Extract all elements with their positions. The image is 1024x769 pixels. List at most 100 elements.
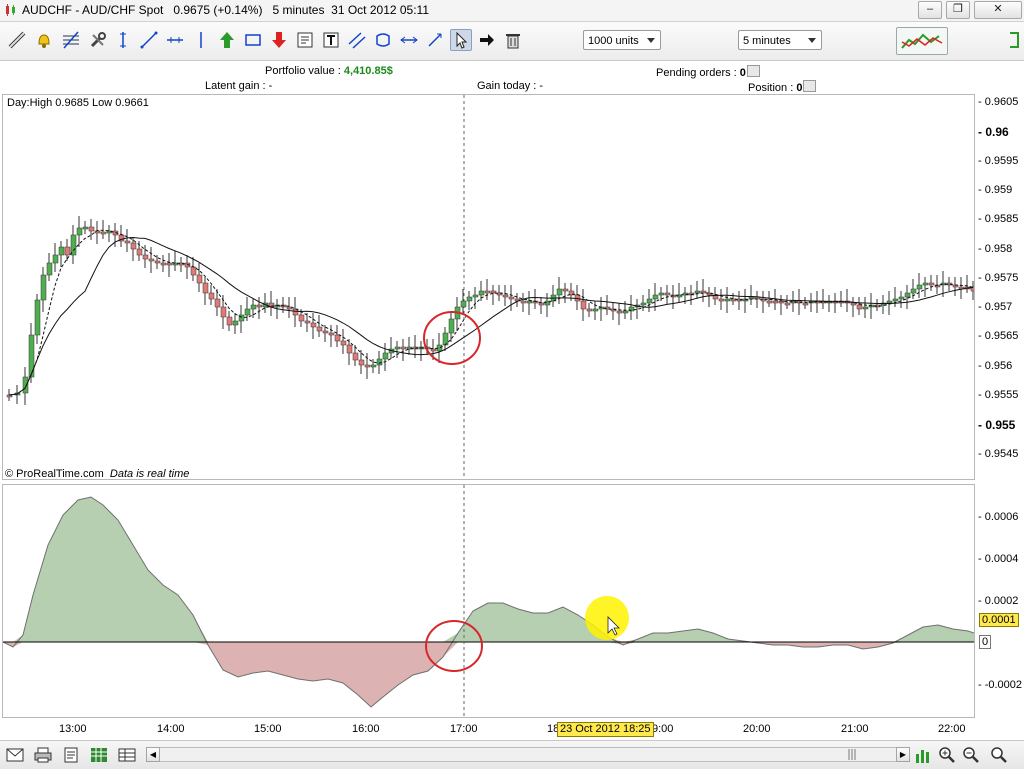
window-title: AUDCHF - AUD/CHF Spot 0.9675 (+0.14%) 5 … (22, 3, 430, 17)
candle-down (616, 310, 623, 314)
rectangle-icon[interactable] (242, 29, 264, 51)
draw-icon[interactable] (424, 29, 446, 51)
scroll-thumb[interactable] (847, 749, 857, 760)
report-icon[interactable] (62, 746, 80, 764)
time-tick-label: 22:00 (938, 723, 966, 735)
chart-indicators-icon[interactable] (896, 27, 948, 55)
candle-up (652, 294, 659, 300)
candle-down (298, 314, 305, 322)
oscillator-chart[interactable] (3, 485, 974, 717)
channel-icon[interactable] (346, 29, 368, 51)
candle-down (100, 231, 107, 235)
zoom-out-icon[interactable] (962, 746, 980, 764)
candle-down (136, 248, 143, 256)
candle-down (580, 300, 587, 310)
vertical-line-icon[interactable] (112, 29, 134, 51)
timeframe-select[interactable]: 5 minutes (738, 30, 822, 50)
candle-up (646, 298, 653, 304)
candle-down (304, 320, 311, 324)
candle-up (592, 308, 599, 312)
candle-up (916, 284, 923, 290)
units-select[interactable]: 1000 units (583, 30, 661, 50)
time-tick-label: 17:00 (450, 723, 478, 735)
candle-down (316, 326, 323, 332)
magnifier-icon[interactable] (990, 746, 1008, 764)
ruler-icon[interactable] (6, 29, 28, 51)
candle-down (502, 294, 509, 298)
candle-down (64, 246, 71, 256)
candle-up (58, 246, 65, 256)
candle-down (166, 262, 173, 266)
indicator-panel[interactable] (2, 484, 975, 718)
time-tick-label: 20:00 (743, 723, 771, 735)
candlestick-chart[interactable] (3, 95, 974, 479)
day-high-low: Day:High 0.9685 Low 0.9661 (7, 97, 149, 109)
minimize-button[interactable]: – (918, 1, 942, 19)
candle-down (520, 300, 527, 304)
candle-down (856, 304, 863, 310)
candle-up (694, 290, 701, 294)
time-tick-label: 16:00 (352, 723, 380, 735)
trend-line-icon[interactable] (138, 29, 160, 51)
candle-up (442, 332, 449, 346)
price-chart-panel[interactable]: Day:High 0.9685 Low 0.9661 © ProRealTime… (2, 94, 975, 480)
spreadsheet-icon[interactable] (90, 746, 108, 764)
orders-list-icon[interactable] (746, 65, 760, 77)
settings-tools-icon[interactable] (87, 29, 109, 51)
cursor-line-icon[interactable] (190, 29, 212, 51)
more-tools-icon[interactable] (1004, 29, 1022, 51)
candle-up (40, 274, 47, 301)
zoom-in-icon[interactable] (938, 746, 956, 764)
data-table-icon[interactable] (118, 746, 136, 764)
sell-arrow-icon[interactable] (268, 29, 290, 51)
title-bar: AUDCHF - AUD/CHF Spot 0.9675 (+0.14%) 5 … (0, 0, 1024, 22)
text-icon[interactable] (320, 29, 342, 51)
price-tick-label: - 0.956 (978, 359, 1013, 372)
candle-up (52, 254, 59, 264)
candle-down (358, 359, 365, 366)
text-note-icon[interactable] (294, 29, 316, 51)
time-tick-label: 9:00 (652, 723, 674, 735)
indicator-tick-label: - 0.0002 (978, 595, 1019, 607)
close-button[interactable]: ✕ (974, 1, 1022, 19)
candle-up (658, 292, 665, 296)
oscillator-positive-area (3, 497, 974, 642)
candle-down (928, 282, 935, 286)
candle-up (250, 304, 257, 310)
price-tick-label: - 0.958 (978, 242, 1013, 255)
candle-up (34, 299, 41, 336)
time-tick-label: 15:00 (254, 723, 282, 735)
buy-arrow-icon[interactable] (216, 29, 238, 51)
price-tick-label: - 0.9575 (978, 271, 1019, 284)
candle-up (46, 262, 53, 276)
segment-icon[interactable] (398, 29, 420, 51)
alarm-icon[interactable] (33, 29, 55, 51)
candle-down (718, 298, 725, 302)
indicator-tick-label: - -0.0002 (978, 679, 1023, 691)
candle-up (394, 346, 401, 350)
positions-list-icon[interactable] (803, 80, 817, 92)
time-tick-label: 21:00 (841, 723, 869, 735)
ellipse-icon[interactable] (372, 29, 394, 51)
candle-down (130, 242, 137, 250)
candle-down (154, 260, 161, 264)
scroll-right-button[interactable]: ▶ (896, 747, 910, 762)
candle-down (490, 290, 497, 294)
candle-up (640, 302, 647, 306)
time-scrollbar[interactable]: ◀ ▶ (146, 747, 910, 762)
arrow-right-icon[interactable] (476, 29, 498, 51)
mail-icon[interactable] (6, 746, 24, 764)
candle-up (898, 296, 905, 300)
scroll-left-button[interactable]: ◀ (146, 747, 160, 762)
zoom-bars-icon[interactable] (914, 746, 932, 764)
trash-icon[interactable] (502, 29, 524, 51)
maximize-button[interactable]: ❐ (946, 1, 970, 19)
time-tick-label: 13:00 (59, 723, 87, 735)
time-cursor-label: 23 Oct 2012 18:25 (557, 722, 654, 737)
pointer-icon[interactable] (450, 29, 472, 51)
fibonacci-icon[interactable] (60, 29, 82, 51)
candle-up (910, 288, 917, 294)
candle-down (256, 304, 263, 308)
horizontal-line-icon[interactable] (164, 29, 186, 51)
print-icon[interactable] (34, 746, 52, 764)
